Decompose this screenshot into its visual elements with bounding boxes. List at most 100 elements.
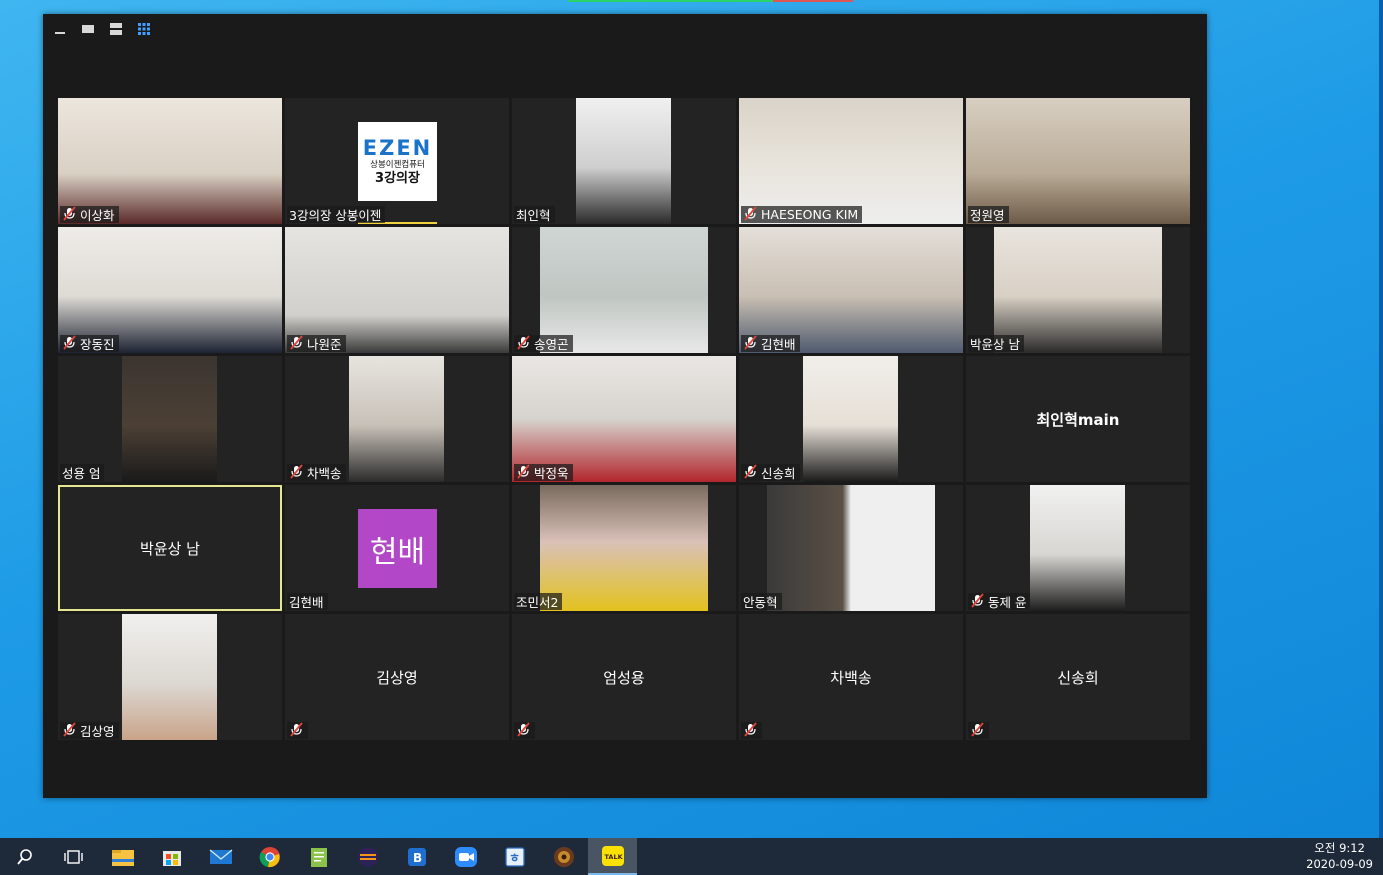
participant-label: HAESEONG KIM xyxy=(741,205,863,224)
participant-tile[interactable]: 박윤상 남 xyxy=(58,485,282,611)
participant-label: 김현배 xyxy=(287,593,328,610)
participant-tile[interactable]: 차백송 xyxy=(285,356,509,482)
participant-tile[interactable]: 정원영 xyxy=(966,98,1190,224)
participant-tile[interactable]: 신송희 xyxy=(739,356,963,482)
gallery-grid: 이상화 EZEN 상봉이젠컴퓨터 3강의장 3강의장 상봉이젠 최인혁 HAESEONG K… xyxy=(58,98,1190,740)
participant-tile[interactable]: 김현배 xyxy=(739,227,963,353)
game-icon xyxy=(553,846,574,867)
minimize-view-button[interactable] xyxy=(49,20,71,38)
participant-label: 송영곤 xyxy=(514,334,573,353)
participant-tile[interactable]: EZEN 상봉이젠컴퓨터 3강의장 3강의장 상봉이젠 xyxy=(285,98,509,224)
participant-tile[interactable]: 박윤상 남 xyxy=(966,227,1190,353)
task-view-button[interactable] xyxy=(49,838,98,875)
participant-tile[interactable]: 조민서2 xyxy=(512,485,736,611)
muted-mic-icon xyxy=(743,334,758,353)
participant-name: 장동진 xyxy=(80,337,115,352)
kakaotalk-button[interactable]: TALK xyxy=(588,838,637,875)
participant-label: 김상영 xyxy=(60,721,119,739)
participant-tile[interactable]: 차백송 xyxy=(739,614,963,740)
participant-label: 박윤상 남 xyxy=(968,335,1024,352)
participant-tile[interactable]: 성용 엄 xyxy=(58,356,282,482)
participant-name: 조민서2 xyxy=(516,595,559,610)
zoom-button[interactable] xyxy=(441,838,490,875)
participant-name: 동제 윤 xyxy=(988,595,1027,610)
participant-tile[interactable]: 안동혁 xyxy=(739,485,963,611)
participant-label: 신송희 xyxy=(741,463,800,481)
participant-tile[interactable]: 나원준 xyxy=(285,227,509,353)
microsoft-store-icon xyxy=(162,850,181,866)
participant-tile[interactable]: 박정욱 xyxy=(512,356,736,482)
participant-video xyxy=(1030,485,1125,611)
logo-line2: 3강의장 xyxy=(375,170,420,186)
search-icon xyxy=(16,848,32,865)
bandizip-button[interactable]: B xyxy=(392,838,441,875)
participant-name: 김현배 xyxy=(289,595,324,610)
muted-mic-icon xyxy=(743,205,758,224)
speaker-view-button[interactable] xyxy=(77,20,99,38)
gallery-view-button[interactable] xyxy=(133,20,155,38)
participant-tile[interactable]: 이상화 xyxy=(58,98,282,224)
file-explorer-icon xyxy=(111,849,134,866)
participant-label xyxy=(968,721,989,739)
participant-tile[interactable]: 김상영 xyxy=(58,614,282,740)
search-taskbar-button[interactable] xyxy=(0,838,49,875)
minimize-icon xyxy=(55,32,65,34)
participant-name: 송영곤 xyxy=(534,337,569,352)
participant-name: 차백송 xyxy=(307,466,342,481)
kakaotalk-icon: TALK xyxy=(601,845,624,866)
clock-date: 2020-09-09 xyxy=(1306,857,1373,871)
muted-mic-icon xyxy=(62,205,77,224)
participant-video xyxy=(540,485,708,611)
muted-mic-icon xyxy=(289,721,304,740)
eclipse-button[interactable] xyxy=(343,838,392,875)
participant-name: 나원준 xyxy=(307,337,342,352)
participant-label xyxy=(514,721,535,740)
participant-center-name: 차백송 xyxy=(830,668,872,687)
svg-text:ㅎ: ㅎ xyxy=(509,851,520,865)
participant-video xyxy=(767,485,935,611)
system-clock[interactable]: 오전 9:12 2020-09-09 xyxy=(1306,840,1373,872)
participant-name: 성용 엄 xyxy=(62,466,101,481)
participant-name: 김현배 xyxy=(761,337,796,352)
muted-mic-icon xyxy=(289,334,304,353)
view-controls xyxy=(49,20,155,38)
participant-tile[interactable]: 최인혁main xyxy=(966,356,1190,482)
muted-mic-icon xyxy=(289,463,304,482)
participant-tile[interactable]: 김상영 xyxy=(285,614,509,740)
participant-tile[interactable]: 장동진 xyxy=(58,227,282,353)
participant-name: 정원영 xyxy=(970,208,1005,223)
single-window-icon xyxy=(82,25,94,33)
participant-tile[interactable]: 엄성용 xyxy=(512,614,736,740)
participant-label: 박정욱 xyxy=(514,463,573,481)
chrome-button[interactable] xyxy=(245,838,294,875)
participant-label: 3강의장 상봉이젠 xyxy=(287,206,386,223)
participant-tile[interactable]: 동제 윤 xyxy=(966,485,1190,611)
file-explorer-button[interactable] xyxy=(98,838,147,875)
mail-icon xyxy=(209,848,232,864)
participant-tile[interactable]: 신송희 xyxy=(966,614,1190,740)
participant-tile[interactable]: HAESEONG KIM xyxy=(739,98,963,224)
participant-label: 정원영 xyxy=(968,206,1009,223)
windows-taskbar: B ㅎ TALK 오전 9:12 2020-09-09 xyxy=(0,838,1383,875)
muted-mic-icon xyxy=(516,334,531,353)
participant-center-name: 김상영 xyxy=(376,668,418,687)
participant-tile[interactable]: 현배김현배 xyxy=(285,485,509,611)
participant-tile[interactable]: 송영곤 xyxy=(512,227,736,353)
participant-label xyxy=(287,721,308,740)
participant-avatar: 현배 xyxy=(358,509,437,588)
gallery-grid-icon xyxy=(138,23,150,35)
game-button[interactable] xyxy=(539,838,588,875)
hangul-icon: ㅎ xyxy=(504,846,525,867)
top-window-edge xyxy=(568,0,853,2)
participant-name: 신송희 xyxy=(761,466,796,481)
muted-mic-icon xyxy=(516,721,531,740)
microsoft-store-button[interactable] xyxy=(147,838,196,875)
participant-video xyxy=(349,356,444,482)
notepad-plus-button[interactable] xyxy=(294,838,343,875)
side-by-side-view-button[interactable] xyxy=(105,20,127,38)
participant-tile[interactable]: 최인혁 xyxy=(512,98,736,224)
participant-center-name: 최인혁main xyxy=(1036,410,1120,429)
hangul-button[interactable]: ㅎ xyxy=(490,838,539,875)
mail-button[interactable] xyxy=(196,838,245,875)
participant-video xyxy=(803,356,898,482)
